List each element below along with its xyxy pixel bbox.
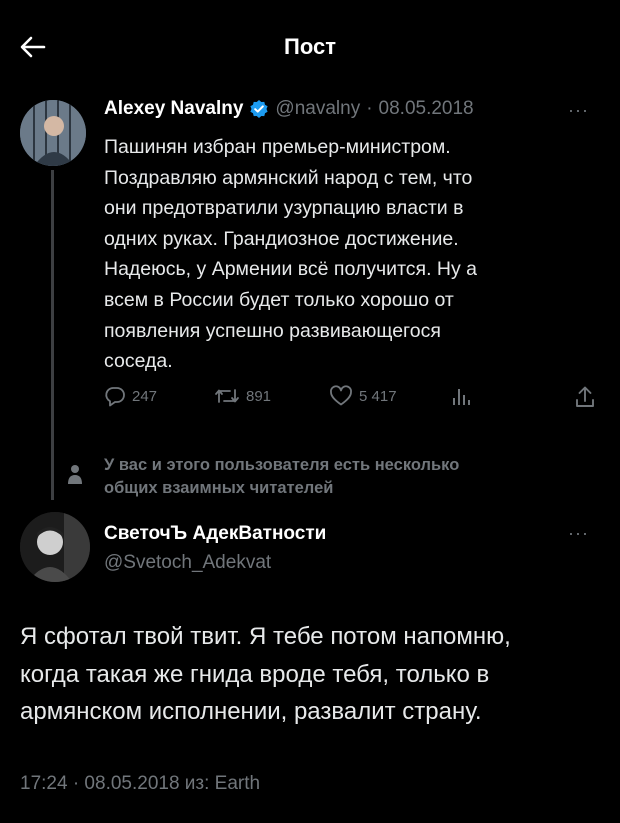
tweet-text: Пашинян избран премьер-министром. Поздра…	[104, 132, 574, 377]
author-name[interactable]: Alexey Navalny	[104, 98, 243, 120]
retweet-count: 891	[246, 387, 272, 405]
reply-icon	[105, 387, 125, 407]
share-button[interactable]	[574, 385, 596, 409]
tweet-text-line: Надеюсь, у Армении всё получится. Ну а	[104, 258, 478, 281]
reply-author-handle[interactable]: @Svetoch_Adekvat	[104, 552, 271, 574]
like-count: 5 417	[359, 387, 397, 405]
tweet-text-line: появления успешно развивающегося	[104, 319, 441, 342]
avatar-photo	[20, 512, 90, 582]
tweet-text-line: Поздравляю армянский народ с тем, что	[104, 166, 473, 189]
reply-text: Я сфотал твой твит. Я тебе потом напомню…	[20, 618, 605, 731]
thread-line	[51, 170, 54, 500]
retweet-icon	[215, 389, 239, 403]
reply-more-options-button[interactable]: ···	[568, 523, 589, 544]
verified-icon	[250, 100, 269, 118]
tweet-actions: 247 891 5 417	[104, 385, 604, 413]
reply-text-line: армянском исполнении, развалит страну.	[20, 698, 482, 725]
more-options-button[interactable]: ···	[568, 100, 589, 121]
tweet-date[interactable]: 08.05.2018	[379, 98, 474, 120]
person-icon	[66, 463, 84, 490]
social-context-line: У вас и этого пользователя есть нескольк…	[104, 456, 460, 474]
tweet-text-line: соседа.	[104, 350, 173, 373]
page-title: Пост	[284, 34, 336, 59]
avatar-photo	[20, 100, 86, 166]
reply-author-name[interactable]: СветочЪ АдекВатности	[104, 523, 326, 545]
author-handle[interactable]: @navalny	[275, 98, 360, 120]
reply-button[interactable]: 247	[104, 385, 157, 407]
tweet-text-line: одних руках. Грандиозное достижение.	[104, 227, 459, 250]
reply-count: 247	[132, 387, 158, 405]
tweet-text-line: они предотвратили узурпацию власти в	[104, 197, 464, 220]
tweet-text-line: всем в России будет только хорошо от	[104, 288, 454, 311]
social-context-line: общих взаимных читателей	[104, 479, 334, 497]
tweet-header: Alexey Navalny @navalny · 08.05.2018	[104, 98, 474, 120]
social-context: У вас и этого пользователя есть нескольк…	[104, 454, 554, 500]
heart-icon	[330, 385, 352, 406]
like-button[interactable]: 5 417	[329, 385, 397, 407]
reply-text-line: Я сфотал твой твит. Я тебе потом напомню…	[20, 623, 511, 650]
analytics-button[interactable]	[450, 385, 472, 407]
reply-timestamp[interactable]: 17:24 · 08.05.2018 из: Earth	[20, 773, 260, 795]
tweet-text-line: Пашинян избран премьер-министром.	[104, 136, 451, 158]
retweet-button[interactable]: 891	[214, 385, 271, 407]
reply-text-line: когда такая же гнида вроде тебя, только …	[20, 660, 490, 688]
analytics-icon	[453, 389, 470, 405]
avatar[interactable]	[20, 100, 86, 166]
avatar[interactable]	[20, 512, 90, 582]
share-icon	[576, 386, 594, 407]
separator-dot: ·	[366, 98, 373, 119]
